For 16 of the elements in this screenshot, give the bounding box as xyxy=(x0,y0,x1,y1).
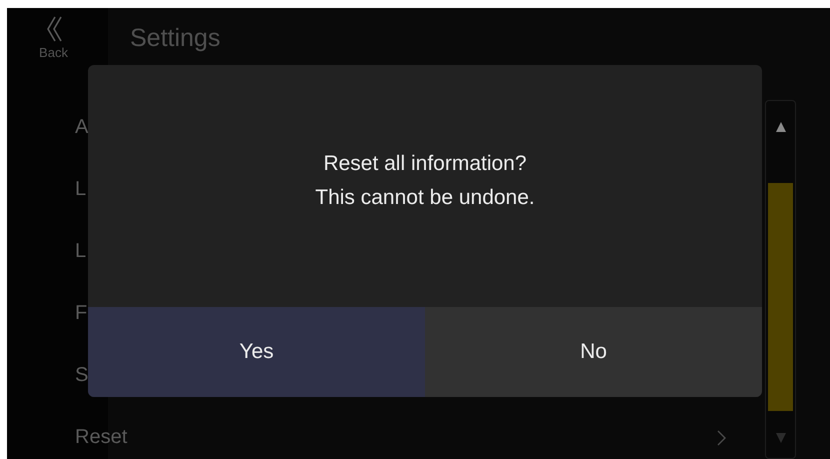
setting-label: Reset xyxy=(75,427,128,447)
setting-label: L xyxy=(75,179,86,199)
dialog-message: Reset all information? xyxy=(323,151,527,177)
scroll-down-arrow-icon[interactable] xyxy=(775,432,787,444)
page-title: Settings xyxy=(130,26,220,51)
setting-label: S xyxy=(75,365,88,385)
double-chevron-left-icon xyxy=(44,16,62,42)
setting-label: F xyxy=(75,303,88,323)
chevron-right-icon xyxy=(717,430,726,446)
dialog-button[interactable]: Yes xyxy=(88,307,425,397)
dialog-message: This cannot be undone. xyxy=(315,185,535,211)
scrollbar-thumb[interactable] xyxy=(768,183,793,411)
scroll-up-arrow-icon[interactable] xyxy=(775,121,787,133)
dialog-button[interactable]: No xyxy=(425,307,762,397)
setting-label: L xyxy=(75,241,86,261)
setting-label: A xyxy=(75,117,88,137)
